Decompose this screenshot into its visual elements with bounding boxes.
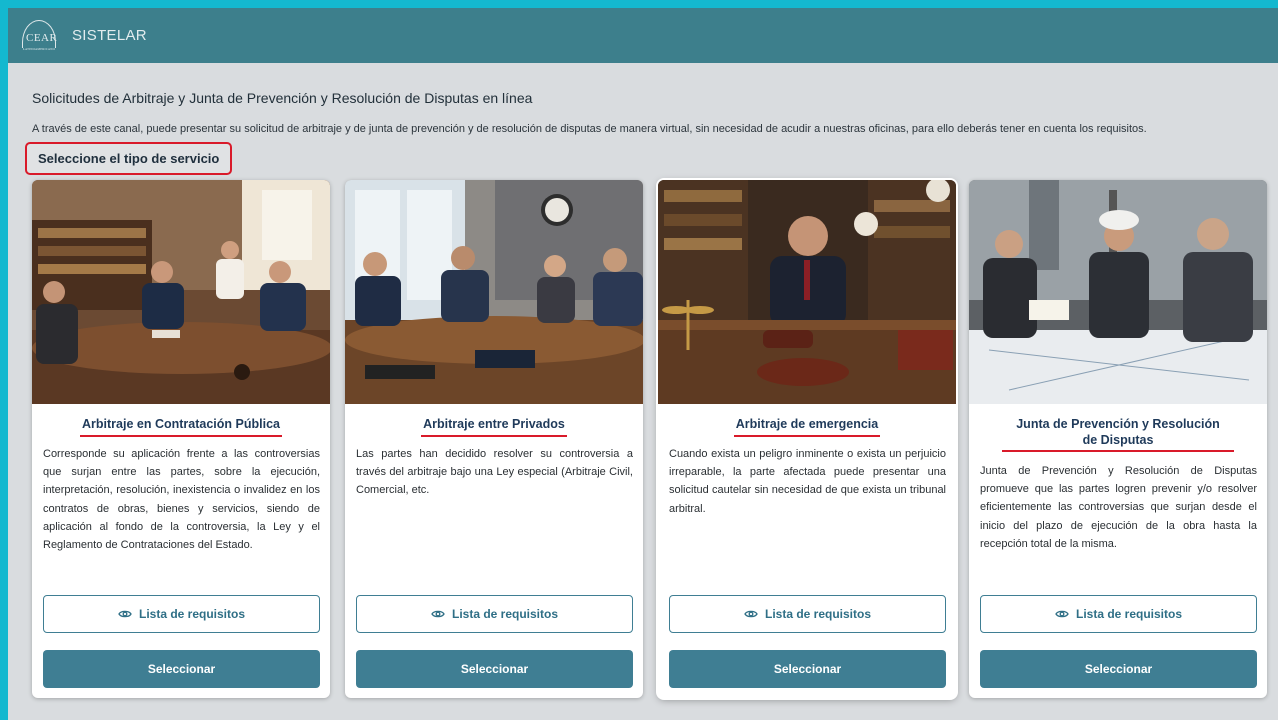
card-image-construction-engineers (969, 180, 1267, 404)
card-title: Arbitraje de emergencia (658, 416, 956, 437)
page-title: Solicitudes de Arbitraje y Junta de Prev… (32, 90, 533, 106)
service-card-junta-prevencion: Junta de Prevención y Resolución de Disp… (969, 180, 1267, 698)
card-description: Cuando exista un peligro inminente o exi… (669, 448, 946, 515)
service-card-privados: Arbitraje entre Privados Las partes han … (345, 180, 643, 698)
card-image-judge-gavel (658, 180, 956, 404)
section-label: Seleccione el tipo de servicio (25, 142, 233, 175)
select-button[interactable]: Seleccionar (356, 650, 633, 688)
app-window: CEAR LATINOAMERICANO SISTELAR Solicitude… (8, 8, 1278, 720)
service-card-emergencia: Arbitraje de emergencia Cuando exista un… (658, 180, 956, 698)
app-name[interactable]: SISTELAR (72, 27, 147, 44)
eye-icon (431, 609, 445, 619)
select-button[interactable]: Seleccionar (669, 650, 946, 688)
logo-text: CEAR (26, 31, 58, 44)
requirements-list-button[interactable]: Lista de requisitos (356, 595, 633, 633)
card-title: Arbitraje entre Privados (345, 416, 643, 437)
page-description: A través de este canal, puede presentar … (32, 123, 1147, 135)
requirements-label: Lista de requisitos (764, 607, 872, 621)
requirements-list-button[interactable]: Lista de requisitos (669, 595, 946, 633)
card-title: Arbitraje en Contratación Pública (32, 416, 330, 437)
top-navbar: CEAR LATINOAMERICANO SISTELAR (8, 8, 1278, 63)
card-image-lawyers-table (345, 180, 643, 404)
card-description: Corresponde su aplicación frente a las c… (43, 448, 320, 552)
cear-logo[interactable]: CEAR LATINOAMERICANO (18, 16, 66, 56)
select-button[interactable]: Seleccionar (980, 650, 1257, 688)
requirements-label: Lista de requisitos (1075, 607, 1183, 621)
eye-icon (744, 609, 758, 619)
main-content: Solicitudes de Arbitraje y Junta de Prev… (8, 63, 1278, 720)
card-title: Junta de Prevención y Resolución de Disp… (969, 416, 1267, 452)
eye-icon (118, 609, 132, 619)
card-description: Las partes han decidido resolver su cont… (356, 448, 633, 497)
requirements-label: Lista de requisitos (138, 607, 246, 621)
card-description: Junta de Prevención y Resolución de Disp… (980, 465, 1257, 550)
service-card-contratacion-publica: Arbitraje en Contratación Pública Corres… (32, 180, 330, 698)
select-button[interactable]: Seleccionar (43, 650, 320, 688)
requirements-list-button[interactable]: Lista de requisitos (43, 595, 320, 633)
requirements-label: Lista de requisitos (451, 607, 559, 621)
logo-subtext: LATINOAMERICANO (23, 46, 55, 51)
requirements-list-button[interactable]: Lista de requisitos (980, 595, 1257, 633)
card-image-office-meeting (32, 180, 330, 404)
eye-icon (1055, 609, 1069, 619)
